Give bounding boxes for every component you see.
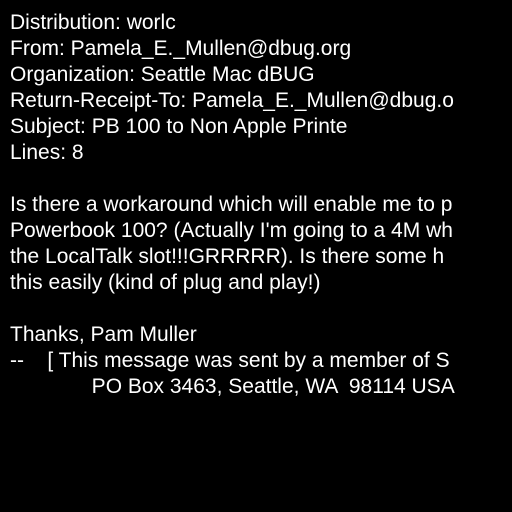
signature-footer-line-2: PO Box 3463, Seattle, WA 98114 USA [10, 375, 455, 398]
header-from: From: Pamela_E._Mullen@dbug.org [10, 37, 352, 60]
signature-thanks: Thanks, Pam Muller [10, 323, 197, 346]
header-subject: Subject: PB 100 to Non Apple Printe [10, 115, 348, 138]
terminal-screen: Distribution: worlc From: Pamela_E._Mull… [0, 0, 512, 512]
header-organization: Organization: Seattle Mac dBUG [10, 63, 315, 86]
signature-footer-line-1: -- [ This message was sent by a member o… [10, 349, 450, 372]
header-return-receipt-to: Return-Receipt-To: Pamela_E._Mullen@dbug… [10, 89, 454, 112]
body-line-4: this easily (kind of plug and play!) [10, 271, 321, 294]
header-lines: Lines: 8 [10, 141, 84, 164]
body-line-2: Powerbook 100? (Actually I'm going to a … [10, 219, 453, 242]
body-line-1: Is there a workaround which will enable … [10, 193, 453, 216]
header-distribution: Distribution: worlc [10, 11, 176, 34]
body-line-3: the LocalTalk slot!!!GRRRRR). Is there s… [10, 245, 445, 268]
